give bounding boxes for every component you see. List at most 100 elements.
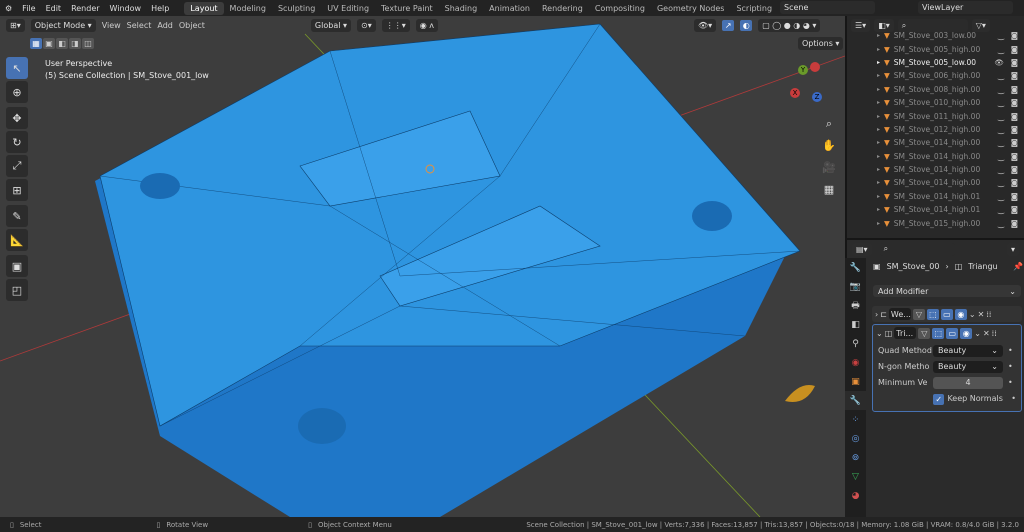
select-box-tool[interactable]: ↖ — [6, 57, 28, 79]
menu-file[interactable]: File — [17, 4, 40, 13]
shear-tool[interactable]: ◰ — [6, 279, 28, 301]
rotate-tool[interactable]: ↻ — [6, 131, 28, 153]
menu-edit[interactable]: Edit — [41, 4, 67, 13]
select-subtract-icon[interactable]: ◧ — [56, 38, 68, 49]
eye-closed-icon[interactable]: ‿ — [998, 31, 1004, 40]
expand-arrow-icon[interactable]: ▸ — [877, 86, 880, 93]
drag-handle-icon[interactable]: ⁞⁞ — [992, 329, 997, 338]
eye-closed-icon[interactable]: ‿ — [998, 219, 1004, 228]
tab-compositing[interactable]: Compositing — [589, 2, 651, 15]
ngon-method-dropdown[interactable]: Beauty ⌄ — [933, 361, 1003, 373]
expand-arrow-icon[interactable]: ▸ — [877, 59, 880, 66]
menu-object[interactable]: Object — [179, 21, 205, 30]
eye-icon[interactable]: 👁 — [994, 58, 1004, 67]
annotate-tool[interactable]: ✎ — [6, 205, 28, 227]
keyframe-dot-icon[interactable]: • — [1008, 375, 1013, 391]
dropdown-icon[interactable]: ⌄ — [969, 310, 976, 319]
eye-closed-icon[interactable]: ‿ — [998, 152, 1004, 161]
add-modifier-dropdown[interactable]: Add Modifier ⌄ — [873, 285, 1021, 297]
output-tab-icon[interactable]: 🖶 — [845, 296, 866, 315]
mode-dropdown[interactable]: Object Mode ▾ — [30, 19, 96, 32]
pan-hand-icon[interactable]: ✋ — [820, 135, 838, 157]
expand-arrow-icon[interactable]: ▸ — [877, 153, 880, 160]
outliner-item[interactable]: ▸ ▼ SM_Stove_010_high.00 ‿ ◙ — [847, 96, 1024, 109]
visibility-icon[interactable]: 👁▾ — [694, 19, 717, 32]
cage-icon[interactable]: ⬚ — [932, 327, 945, 339]
view-layer-selector[interactable]: ViewLayer — [918, 1, 1013, 14]
render-icon[interactable]: ◉ — [954, 308, 967, 320]
remove-modifier-icon[interactable]: ✕ — [978, 310, 985, 319]
keyframe-dot-icon[interactable]: • — [1008, 359, 1013, 375]
data-tab-icon[interactable]: ▽ — [845, 467, 866, 486]
blender-logo-icon[interactable]: ⚙ — [0, 4, 17, 13]
eye-closed-icon[interactable]: ‿ — [998, 98, 1004, 107]
expand-arrow-icon[interactable]: ▸ — [877, 99, 880, 106]
select-new-icon[interactable]: ▦ — [30, 38, 42, 49]
editor-type-icon[interactable]: ▤▾ — [852, 242, 872, 256]
gizmo-x-axis[interactable]: X — [790, 88, 800, 98]
outliner-item[interactable]: ▸ ▼ SM_Stove_005_high.00 ‿ ◙ — [847, 42, 1024, 55]
render-camera-icon[interactable]: ◙ — [1011, 125, 1018, 134]
viewport-display-icon[interactable]: ▭ — [946, 327, 959, 339]
tab-geometry-nodes[interactable]: Geometry Nodes — [651, 2, 730, 15]
expand-arrow-icon[interactable]: ▸ — [877, 113, 880, 120]
proportional-edit-icon[interactable]: ◉ ʌ — [415, 19, 439, 32]
outliner-item[interactable]: ▸ ▼ SM_Stove_006_high.00 ‿ ◙ — [847, 69, 1024, 82]
outliner-item[interactable]: ▸ ▼ SM_Stove_005_low.00 👁 ◙ — [847, 56, 1024, 69]
tab-modeling[interactable]: Modeling — [224, 2, 272, 15]
minimum-vertices-field[interactable]: 4 — [933, 377, 1003, 389]
properties-search-input[interactable]: ⌕ — [879, 242, 955, 256]
outliner-item[interactable]: ▸ ▼ SM_Stove_014_high.01 ‿ ◙ — [847, 190, 1024, 203]
render-camera-icon[interactable]: ◙ — [1011, 71, 1018, 80]
tab-rendering[interactable]: Rendering — [536, 2, 589, 15]
expand-arrow-icon[interactable]: ▸ — [877, 139, 880, 146]
menu-add[interactable]: Add — [157, 21, 173, 30]
expand-arrow-icon[interactable]: ▸ — [877, 220, 880, 227]
view-layer-tab-icon[interactable]: ◧ — [845, 315, 866, 334]
render-camera-icon[interactable]: ◙ — [1011, 58, 1018, 67]
select-intersect-icon[interactable]: ◫ — [82, 38, 94, 49]
render-camera-icon[interactable]: ◙ — [1011, 152, 1018, 161]
outliner-item[interactable]: ▸ ▼ SM_Stove_014_high.00 ‿ ◙ — [847, 150, 1024, 163]
transform-tool[interactable]: ⊞ — [6, 179, 28, 201]
constraints-tab-icon[interactable]: ⊚ — [845, 448, 866, 467]
expand-arrow-icon[interactable]: ▸ — [877, 32, 880, 39]
render-camera-icon[interactable]: ◙ — [1011, 192, 1018, 201]
quad-method-dropdown[interactable]: Beauty ⌄ — [933, 345, 1003, 357]
gizmo-toggle-icon[interactable]: ↗ — [722, 20, 735, 31]
render-camera-icon[interactable]: ◙ — [1011, 45, 1018, 54]
select-extend-icon[interactable]: ▣ — [43, 38, 55, 49]
render-camera-icon[interactable]: ◙ — [1011, 112, 1018, 121]
physics-tab-icon[interactable]: ◎ — [845, 429, 866, 448]
expand-arrow-icon[interactable]: ▸ — [877, 206, 880, 213]
perspective-grid-icon[interactable]: ▦ — [820, 179, 838, 201]
gizmo-neg-x[interactable] — [810, 62, 820, 72]
render-camera-icon[interactable]: ◙ — [1011, 165, 1018, 174]
editor-type-button[interactable]: ⊞▾ — [6, 19, 25, 32]
dropdown-icon[interactable]: ⌄ — [974, 329, 981, 338]
tab-scripting[interactable]: Scripting — [730, 2, 778, 15]
gizmo-y-axis[interactable]: Y — [798, 65, 808, 75]
select-invert-icon[interactable]: ◨ — [69, 38, 81, 49]
3d-viewport[interactable] — [0, 16, 845, 517]
outliner-item[interactable]: ▸ ▼ SM_Stove_008_high.00 ‿ ◙ — [847, 83, 1024, 96]
eye-closed-icon[interactable]: ‿ — [998, 112, 1004, 121]
orientation-dropdown[interactable]: Global ▾ — [310, 19, 352, 32]
menu-view[interactable]: View — [102, 21, 121, 30]
render-camera-icon[interactable]: ◙ — [1011, 205, 1018, 214]
add-cube-tool[interactable]: ▣ — [6, 255, 28, 277]
outliner-item[interactable]: ▸ ▼ SM_Stove_011_high.00 ‿ ◙ — [847, 109, 1024, 122]
expand-chevron-icon[interactable]: › — [875, 310, 878, 319]
cursor-tool[interactable]: ⊕ — [6, 81, 28, 103]
eye-closed-icon[interactable]: ‿ — [998, 45, 1004, 54]
menu-window[interactable]: Window — [105, 4, 147, 13]
expand-arrow-icon[interactable]: ▸ — [877, 72, 880, 79]
render-tab-icon[interactable]: 📷 — [845, 277, 866, 296]
modifier-name-field[interactable]: We... — [888, 308, 911, 320]
tab-animation[interactable]: Animation — [483, 2, 536, 15]
keep-normals-checkbox[interactable]: ✓ — [933, 393, 945, 405]
object-tab-icon[interactable]: ▣ — [845, 372, 866, 391]
eye-closed-icon[interactable]: ‿ — [998, 192, 1004, 201]
eye-closed-icon[interactable]: ‿ — [998, 71, 1004, 80]
scale-tool[interactable]: ⤢ — [6, 155, 28, 177]
